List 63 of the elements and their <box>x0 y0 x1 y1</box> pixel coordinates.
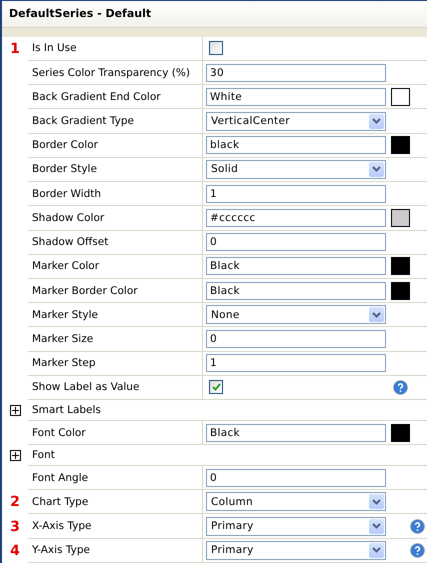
step-number: 1 <box>10 40 20 57</box>
text-field[interactable]: 0 <box>206 233 386 252</box>
property-label: Show Label as Value <box>31 381 140 394</box>
step-number: 3 <box>10 518 20 535</box>
dropdown[interactable]: Column <box>206 492 386 512</box>
property-label: Shadow Offset <box>31 236 110 248</box>
chevron-down-icon <box>369 114 384 129</box>
property-label: Smart Labels <box>31 404 102 416</box>
property-label: Marker Color <box>31 260 100 272</box>
text-field[interactable]: black <box>206 136 386 154</box>
chevron-down-icon <box>369 542 384 558</box>
property-label: Shadow Color <box>31 212 106 224</box>
dropdown[interactable]: None <box>206 305 386 324</box>
color-swatch[interactable] <box>391 208 410 227</box>
property-label: Font Color <box>31 426 87 439</box>
chevron-down-icon <box>369 494 384 510</box>
property-label: Font <box>31 449 56 462</box>
property-label: Is In Use <box>31 42 78 54</box>
text-field[interactable]: #cccccc <box>206 208 386 227</box>
dropdown[interactable]: Solid <box>206 160 386 179</box>
property-label: Border Width <box>31 188 102 200</box>
color-swatch[interactable] <box>391 282 410 300</box>
help-icon[interactable] <box>393 380 408 395</box>
property-label: Chart Type <box>31 496 90 508</box>
expand-icon[interactable] <box>10 450 20 462</box>
text-field[interactable]: 1 <box>206 354 386 372</box>
step-number: 2 <box>10 494 20 510</box>
text-field[interactable]: Black <box>206 282 386 300</box>
property-label: Series Color Transparency (%) <box>31 66 191 79</box>
dropdown[interactable]: VerticalCenter <box>206 112 386 131</box>
checkbox[interactable] <box>209 380 223 394</box>
text-field[interactable]: Black <box>206 424 386 442</box>
property-label: Border Style <box>31 163 98 176</box>
color-swatch[interactable] <box>391 88 410 106</box>
text-field[interactable]: White <box>206 88 386 106</box>
step-number: 4 <box>10 542 20 559</box>
color-swatch[interactable] <box>391 424 410 442</box>
color-swatch[interactable] <box>391 136 410 154</box>
chevron-down-icon <box>369 307 384 322</box>
property-label: Marker Style <box>31 308 100 321</box>
chevron-down-icon <box>369 518 384 534</box>
property-label: Back Gradient End Color <box>31 90 162 103</box>
text-field[interactable]: Black <box>206 257 386 276</box>
expand-icon[interactable] <box>10 404 20 416</box>
property-label: Marker Size <box>31 333 94 345</box>
help-icon[interactable] <box>410 518 425 534</box>
checkbox[interactable] <box>209 41 223 56</box>
text-field[interactable]: 0 <box>206 468 386 487</box>
property-label: X-Axis Type <box>31 520 92 532</box>
property-label: Border Color <box>31 139 99 152</box>
color-swatch[interactable] <box>391 257 410 276</box>
text-field[interactable]: 1 <box>206 184 386 203</box>
dropdown[interactable]: Primary <box>206 516 386 536</box>
property-label: Marker Step <box>31 357 97 370</box>
help-icon[interactable] <box>410 542 425 558</box>
property-label: Font Angle <box>31 472 90 484</box>
dropdown[interactable]: Primary <box>206 540 386 560</box>
text-field[interactable]: 30 <box>206 64 386 82</box>
property-label: Y-Axis Type <box>31 544 91 556</box>
property-label: Marker Border Color <box>31 284 139 297</box>
property-label: Back Gradient Type <box>31 115 135 128</box>
text-field[interactable]: 0 <box>206 330 386 348</box>
chevron-down-icon <box>369 162 384 177</box>
